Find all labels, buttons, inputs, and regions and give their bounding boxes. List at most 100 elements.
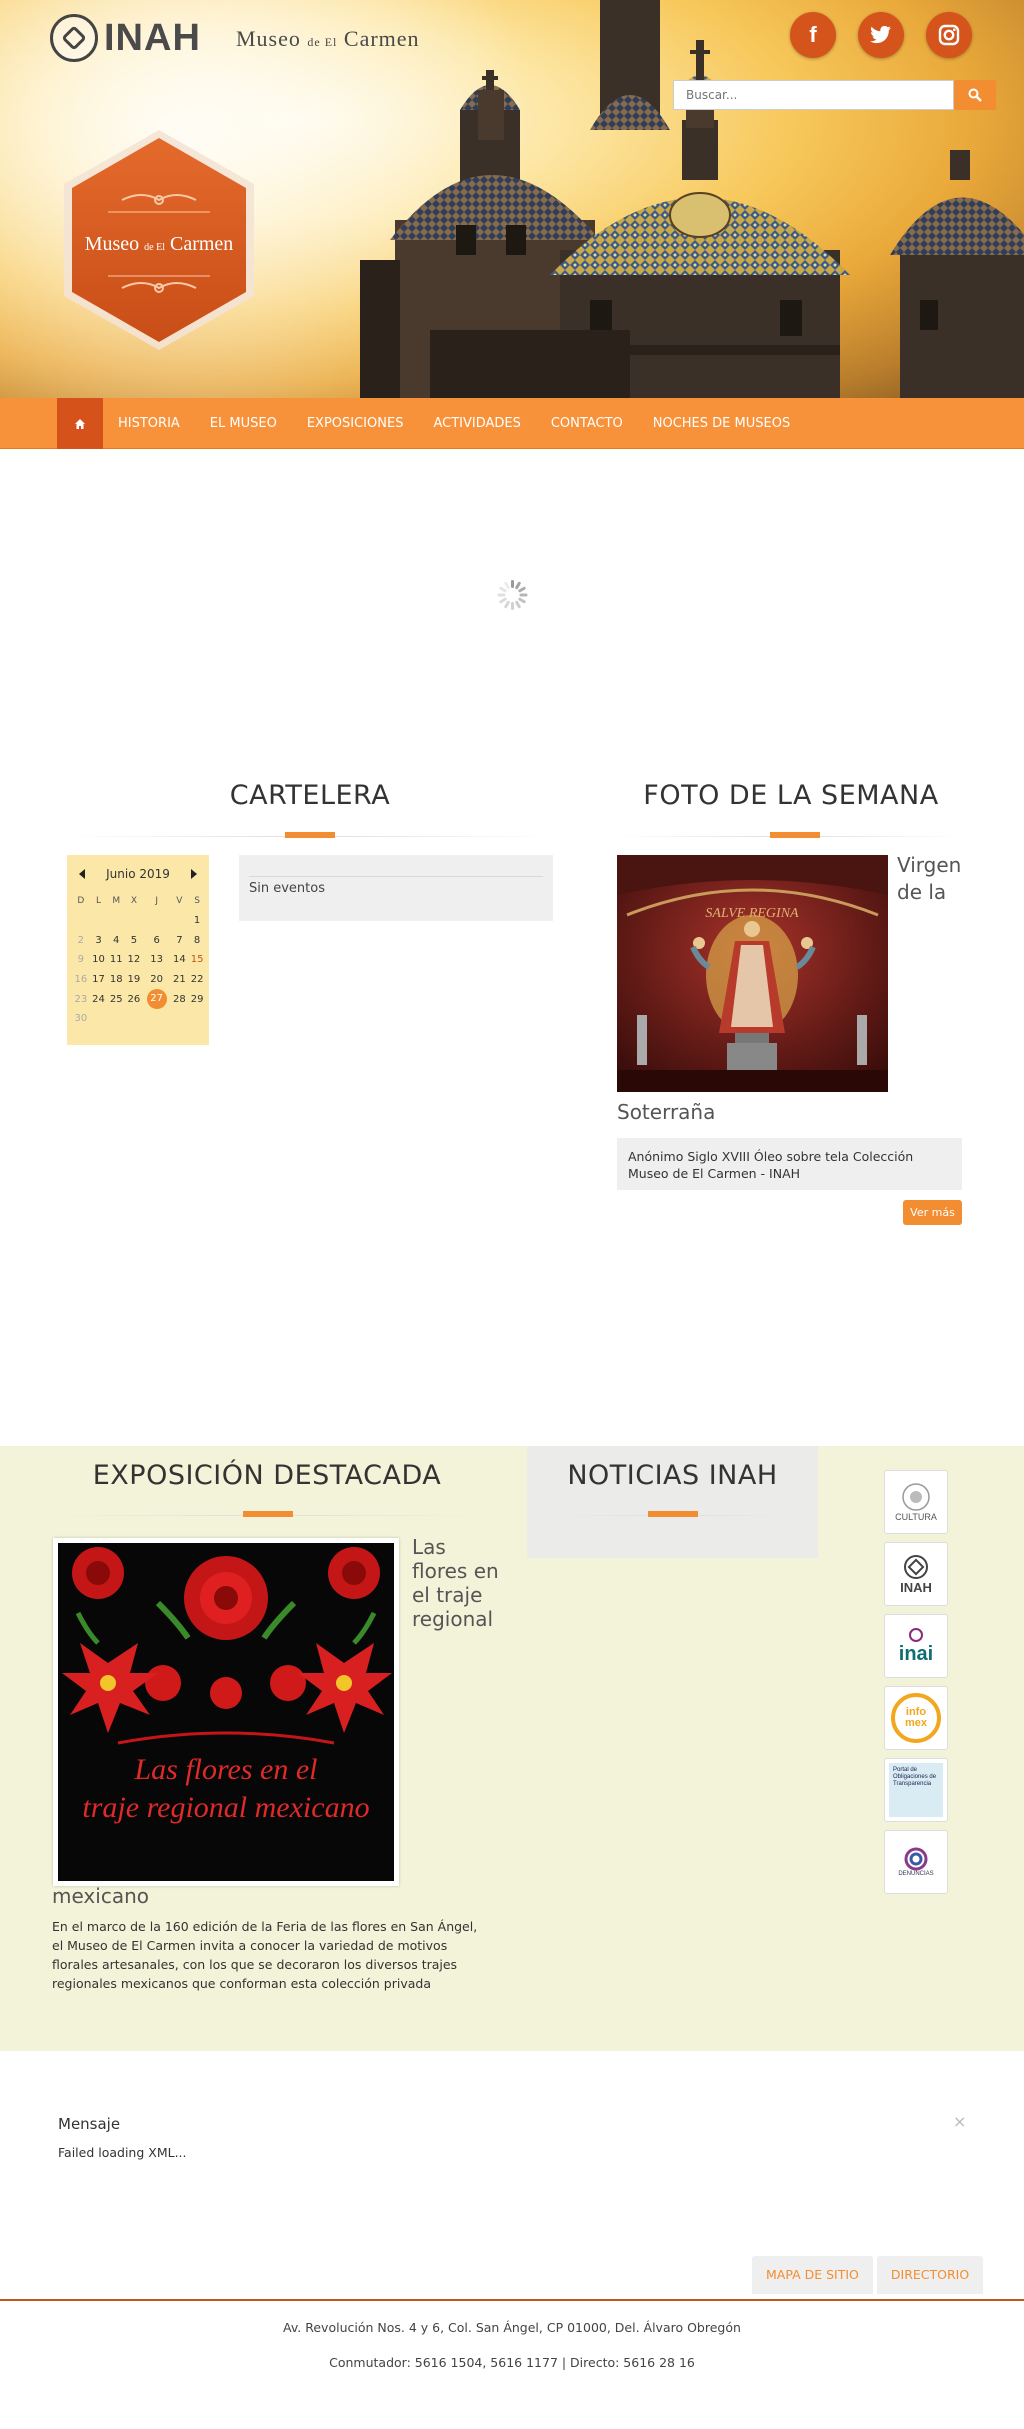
message-text: Failed loading XML... bbox=[58, 2145, 187, 2160]
expo-caption-title: Las flores en el traje regional bbox=[412, 1535, 499, 1631]
search-button[interactable] bbox=[954, 80, 996, 110]
calendar-day[interactable]: 27 bbox=[143, 989, 171, 1009]
weekday-label: V bbox=[176, 896, 183, 906]
expo-image-title-line2: traje regional mexicano bbox=[82, 1791, 369, 1824]
calendar-day[interactable]: 4 bbox=[107, 931, 125, 951]
calendar-day[interactable]: 3 bbox=[90, 931, 108, 951]
inah-logo[interactable]: INAH bbox=[50, 14, 201, 62]
denuncias-logo[interactable]: DENUNCIAS bbox=[884, 1830, 948, 1894]
calendar-day[interactable]: 17 bbox=[90, 970, 108, 990]
calendar-day[interactable]: 28 bbox=[171, 989, 189, 1009]
calendar-month: Junio 2019 bbox=[106, 867, 170, 881]
foto-description: Anónimo Siglo XVIII Óleo sobre tela Cole… bbox=[617, 1138, 962, 1190]
museo-logo[interactable]: Museo de El Carmen bbox=[236, 26, 420, 52]
calendar-day[interactable]: 11 bbox=[107, 950, 125, 970]
inah-emblem-icon bbox=[50, 14, 98, 62]
nav-item-noches-de-museos[interactable]: NOCHES DE MUSEOS bbox=[638, 398, 805, 449]
hex-logo-part2: Carmen bbox=[170, 233, 233, 255]
transparencia-logo-label: Portal de Obligaciones de Transparencia bbox=[889, 1763, 943, 1817]
mapa-de-sitio-button[interactable]: MAPA DE SITIO bbox=[752, 2256, 873, 2294]
calendar-empty-cell bbox=[143, 1009, 171, 1029]
expo-caption-title-continued: mexicano bbox=[52, 1884, 149, 1908]
loading-spinner-icon bbox=[497, 580, 528, 610]
noticias-accent-bar bbox=[648, 1511, 698, 1517]
calendar-empty-cell bbox=[107, 1009, 125, 1029]
calendar-next-icon[interactable] bbox=[191, 869, 197, 879]
weekday-label: X bbox=[130, 896, 137, 906]
calendar-day[interactable]: 12 bbox=[125, 950, 143, 970]
cultura-seal-icon bbox=[902, 1483, 930, 1511]
calendar-day[interactable]: 21 bbox=[171, 970, 189, 990]
nav-item-actividades[interactable]: ACTIVIDADES bbox=[418, 398, 535, 449]
expo-description: En el marco de la 160 edición de la Feri… bbox=[52, 1919, 478, 1991]
church-domes-image bbox=[360, 0, 1024, 398]
facebook-icon[interactable]: f bbox=[790, 12, 836, 58]
nav-item-el-museo[interactable]: EL MUSEO bbox=[195, 398, 292, 449]
museo-hex-logo[interactable]: Museo de El Carmen bbox=[62, 128, 256, 352]
inah-logo[interactable]: INAH bbox=[884, 1542, 948, 1606]
twitter-icon[interactable] bbox=[858, 12, 904, 58]
cartelera-accent-bar bbox=[285, 832, 335, 838]
infomex-logo[interactable]: info mex bbox=[884, 1686, 948, 1750]
calendar-day[interactable]: 2 bbox=[72, 931, 90, 951]
calendar-week: 2345678 bbox=[72, 931, 206, 951]
expo-image[interactable]: Las flores en el traje regional mexicano bbox=[53, 1538, 399, 1886]
page: INAH Museo de El Carmen f Buscar... Muse… bbox=[0, 0, 1024, 2429]
calendar-day[interactable]: 26 bbox=[125, 989, 143, 1009]
foto-accent-bar bbox=[770, 832, 820, 838]
footer-divider bbox=[0, 2299, 1024, 2301]
social-links: f bbox=[790, 12, 972, 58]
nav-item-historia[interactable]: HISTORIA bbox=[103, 398, 195, 449]
close-icon[interactable]: × bbox=[953, 2112, 966, 2131]
calendar-week: 23 24 25 26 27 28 29 bbox=[72, 989, 206, 1009]
museo-logo-part1: Museo bbox=[236, 26, 301, 51]
instagram-icon[interactable] bbox=[926, 12, 972, 58]
denuncias-logo-label: DENUNCIAS bbox=[898, 1871, 934, 1877]
calendar-day[interactable]: 20 bbox=[143, 970, 171, 990]
infomex-logo-label: info mex bbox=[891, 1693, 941, 1743]
ver-mas-button[interactable]: Ver más bbox=[903, 1200, 962, 1225]
directorio-button[interactable]: DIRECTORIO bbox=[876, 2256, 984, 2294]
calendar-day[interactable]: 23 bbox=[72, 989, 90, 1009]
calendar-day[interactable]: 25 bbox=[107, 989, 125, 1009]
nav-item-exposiciones[interactable]: EXPOSICIONES bbox=[292, 398, 419, 449]
transparencia-logo[interactable]: Portal de Obligaciones de Transparencia bbox=[884, 1758, 948, 1822]
calendar-day[interactable]: 24 bbox=[90, 989, 108, 1009]
cultura-logo[interactable]: CULTURA bbox=[884, 1470, 948, 1534]
calendar-day[interactable]: 9 bbox=[72, 950, 90, 970]
calendar-day[interactable]: 5 bbox=[125, 931, 143, 951]
calendar-day[interactable]: 18 bbox=[107, 970, 125, 990]
foto-semana-image[interactable]: SALVE REGINA bbox=[617, 855, 888, 1092]
search-input[interactable] bbox=[673, 80, 954, 110]
events-divider bbox=[249, 876, 543, 877]
calendar-day[interactable]: 10 bbox=[90, 950, 108, 970]
foto-caption-title: Virgen de la bbox=[897, 853, 962, 904]
calendar-day[interactable]: 1 bbox=[188, 911, 206, 931]
calendar-day[interactable]: 22 bbox=[188, 970, 206, 990]
inai-logo[interactable]: inai bbox=[884, 1614, 948, 1678]
home-button[interactable] bbox=[57, 398, 103, 449]
calendar-day[interactable]: 29 bbox=[188, 989, 206, 1009]
calendar-day[interactable]: 30 bbox=[72, 1009, 90, 1029]
weekday-label: M bbox=[112, 896, 121, 906]
calendar-week: 30 bbox=[72, 1009, 206, 1029]
calendar-week: 9 10 11 12 13 14 15 bbox=[72, 950, 206, 970]
calendar-day[interactable]: 14 bbox=[171, 950, 189, 970]
weekday-label: L bbox=[96, 896, 102, 906]
calendar-today-marker: 27 bbox=[146, 989, 167, 1009]
events-empty-text: Sin eventos bbox=[249, 881, 325, 896]
calendar-day[interactable]: 16 bbox=[72, 970, 90, 990]
flower-decoration bbox=[62, 1547, 392, 1745]
header-banner: INAH Museo de El Carmen f Buscar... Muse… bbox=[0, 0, 1024, 398]
nav-item-contacto[interactable]: CONTACTO bbox=[536, 398, 638, 449]
calendar-day[interactable]: 7 bbox=[171, 931, 189, 951]
calendar-day[interactable]: 13 bbox=[143, 950, 171, 970]
foto-caption-title-continued: Soterraña bbox=[617, 1100, 716, 1124]
calendar-day[interactable]: 8 bbox=[188, 931, 206, 951]
search-bar bbox=[673, 80, 996, 110]
museo-logo-small: de El bbox=[307, 35, 338, 49]
calendar-day[interactable]: 19 bbox=[125, 970, 143, 990]
calendar-day[interactable]: 6 bbox=[143, 931, 171, 951]
calendar-day[interactable]: 15 bbox=[188, 950, 206, 970]
denuncias-swirl-icon bbox=[904, 1847, 928, 1871]
